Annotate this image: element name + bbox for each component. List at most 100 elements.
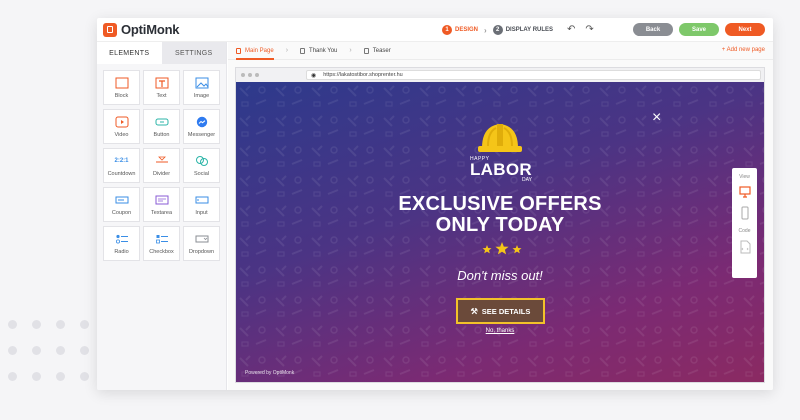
divider-icon [155,155,169,167]
element-label: Coupon [111,209,132,216]
element-label: Image [193,92,210,99]
action-buttons: Back Save Next [633,23,765,36]
checkbox-icon [155,233,169,245]
window-dots [241,73,259,77]
element-label: Messenger [187,131,216,138]
panel-tabs: ELEMENTS SETTINGS [97,42,226,64]
undo-icon[interactable]: ↶ [567,24,575,35]
video-icon [115,116,129,128]
element-label: Social [194,170,209,177]
view-label: View [739,174,750,180]
see-details-button[interactable]: ⚒ SEE DETAILS [456,298,545,324]
elements-grid: Block Text Image Video Button Messenger [97,64,226,261]
redo-icon[interactable]: ↷ [585,24,593,35]
element-text[interactable]: Text [143,70,180,105]
input-icon [195,194,209,206]
step-design[interactable]: 1 DESIGN [442,25,478,35]
step-display-rules[interactable]: 2 DISPLAY RULES [492,25,554,35]
text-icon [155,77,169,89]
tab-main-page[interactable]: Main Page [236,42,274,60]
messenger-icon [195,116,209,128]
element-label: Button [153,131,170,138]
tab-teaser[interactable]: Teaser [363,42,391,60]
elements-panel: ELEMENTS SETTINGS Block Text Image Video [97,42,227,390]
decorative-dots [8,320,89,390]
browser-bar: ◉ https://lakatostibor.shoprenter.hu [236,68,764,82]
step-label: DISPLAY RULES [505,27,554,33]
back-button[interactable]: Back [633,23,673,36]
element-button[interactable]: Button [143,109,180,144]
tools-icon: ⚒ [470,306,478,316]
element-label: Text [156,92,167,99]
button-icon [155,116,169,128]
step-indicator: 1 DESIGN › 2 DISPLAY RULES [442,18,553,42]
element-checkbox[interactable]: Checkbox [143,226,180,261]
popup-tagline[interactable]: Don't miss out! [236,268,764,283]
history-controls: ↶ ↷ [567,24,594,35]
tab-label: Teaser [372,47,391,54]
popup-headline[interactable]: EXCLUSIVE OFFERS ONLY TODAY [236,194,764,236]
chevron-right-icon: › [285,47,289,54]
textarea-icon [155,194,169,206]
add-new-page-link[interactable]: + Add new page [722,47,765,53]
hard-hat-icon [478,124,522,152]
element-block[interactable]: Block [103,70,140,105]
headline-line-1: EXCLUSIVE OFFERS [398,193,602,215]
close-icon[interactable]: × [652,110,661,126]
element-divider[interactable]: Divider [143,148,180,183]
tab-elements[interactable]: ELEMENTS [97,42,162,64]
url-text: https://lakatostibor.shoprenter.hu [323,72,403,78]
element-textarea[interactable]: Textarea [143,187,180,222]
image-icon [195,77,209,89]
element-label: Block [114,92,129,99]
code-file-icon[interactable] [739,240,751,254]
editor-window: OptiMonk 1 DESIGN › 2 DISPLAY RULES ↶ ↷ … [97,18,773,390]
social-icon [195,155,209,167]
tab-settings[interactable]: SETTINGS [161,42,226,64]
element-video[interactable]: Video [103,109,140,144]
popup-preview[interactable]: × HAPPY LABOR DAY EXCLUSIVE OFFERS ONLY … [236,82,764,382]
powered-by-text: Powered by OptiMonk [245,370,295,376]
element-label: Textarea [150,209,173,216]
radio-icon [115,233,129,245]
teaser-icon [363,47,369,54]
no-thanks-link[interactable]: No, thanks [236,328,764,334]
page-tabs: Main Page › Thank You › Teaser + Add new… [228,42,773,60]
save-button[interactable]: Save [679,23,719,36]
element-countdown[interactable]: 2:2:1 Countdown [103,148,140,183]
url-bar: ◉ https://lakatostibor.shoprenter.hu [306,70,761,80]
block-icon [115,77,129,89]
element-messenger[interactable]: Messenger [183,109,220,144]
coupon-icon [115,194,129,206]
element-dropdown[interactable]: Dropdown [183,226,220,261]
element-social[interactable]: Social [183,148,220,183]
element-label: Dropdown [188,248,215,255]
countdown-icon: 2:2:1 [114,157,129,164]
canvas-area: Main Page › Thank You › Teaser + Add new… [228,42,773,390]
desktop-icon[interactable] [738,186,751,198]
next-button[interactable]: Next [725,23,765,36]
element-label: Video [114,131,129,138]
tab-label: Thank You [309,47,338,54]
code-label: Code [738,228,751,234]
eye-icon: ◉ [311,72,317,79]
chevron-right-icon: › [484,25,487,35]
page-icon [236,47,241,54]
headline-line-2: ONLY TODAY [435,214,565,236]
element-label: Divider [152,170,171,177]
element-coupon[interactable]: Coupon [103,187,140,222]
element-radio[interactable]: Radio [103,226,140,261]
element-input[interactable]: Input [183,187,220,222]
optimonk-logo-icon [103,22,117,37]
chevron-right-icon: › [349,47,352,54]
element-label: Radio [114,248,129,255]
view-panel: View Code [732,168,757,278]
dropdown-icon [195,233,209,245]
mobile-icon[interactable] [739,206,751,220]
logo[interactable]: OptiMonk [103,22,180,37]
stars-icon [482,242,522,255]
top-bar: OptiMonk 1 DESIGN › 2 DISPLAY RULES ↶ ↷ … [97,18,773,42]
tab-thank-you[interactable]: Thank You [300,42,337,60]
element-image[interactable]: Image [183,70,220,105]
cta-label: SEE DETAILS [481,306,531,316]
